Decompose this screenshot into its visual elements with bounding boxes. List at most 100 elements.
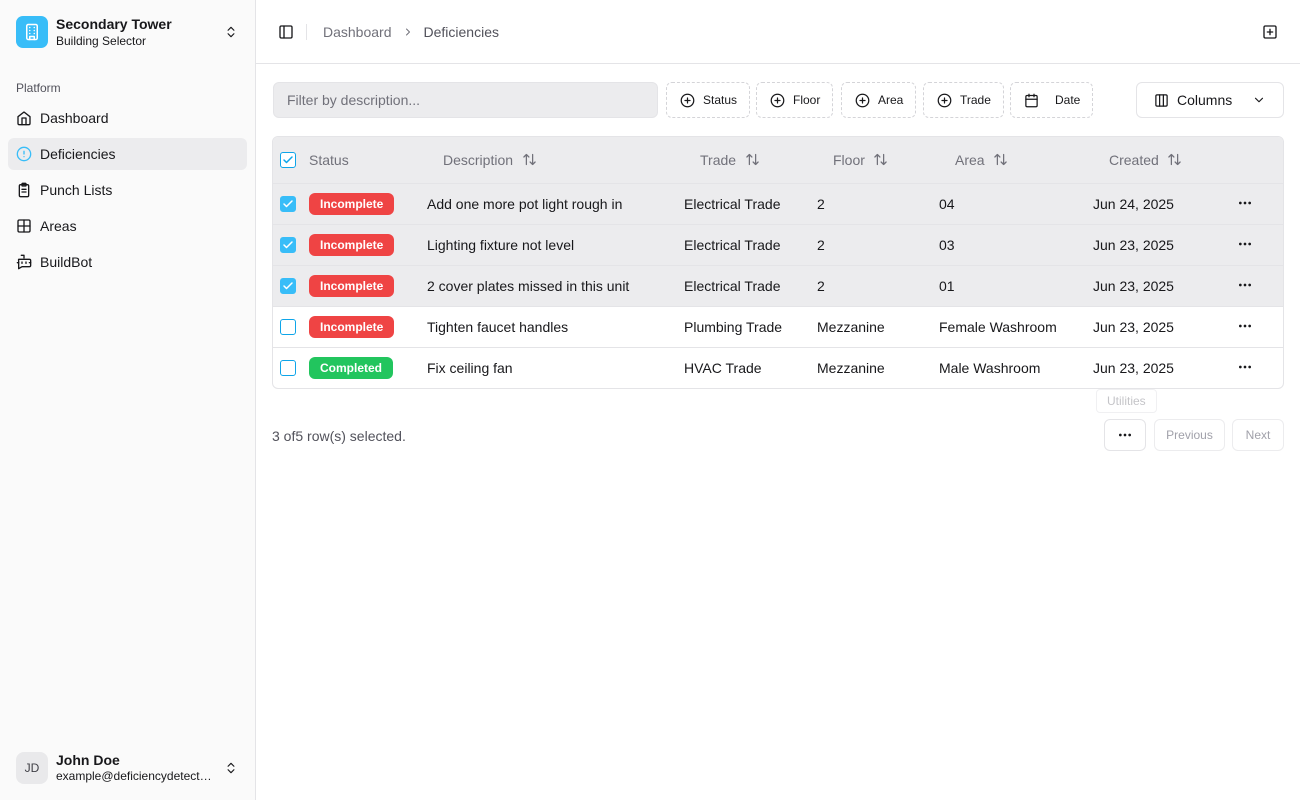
more-horizontal-icon	[1119, 433, 1131, 437]
sidebar-nav: Dashboard Deficiencies Punch Lists Areas	[0, 96, 255, 282]
row-checkbox[interactable]	[280, 196, 296, 213]
plus-circle-icon	[679, 92, 695, 108]
select-all-checkbox[interactable]	[280, 152, 296, 169]
trade-cell: Electrical Trade	[684, 236, 781, 253]
breadcrumb-current: Deficiencies	[423, 23, 499, 40]
description-cell: Tighten faucet handles	[427, 318, 569, 335]
row-actions-button[interactable]	[1235, 357, 1255, 377]
floor-cell: Mezzanine	[817, 318, 885, 335]
status-badge: Incomplete	[309, 274, 395, 297]
sidebar-item-label: Dashboard	[40, 110, 109, 126]
sidebar-toggle-button[interactable]	[272, 18, 300, 46]
breadcrumb: Dashboard Deficiencies	[323, 24, 499, 40]
floor-cell: 2	[817, 195, 825, 212]
status-badge: Incomplete	[309, 192, 395, 215]
columns-label: Columns	[1177, 92, 1233, 108]
building-icon	[16, 16, 48, 48]
table-row[interactable]: Completed Fix ceiling fan HVAC Trade Mez…	[273, 347, 1283, 388]
created-cell: Jun 23, 2025	[1093, 277, 1174, 294]
area-column-header: Area	[955, 151, 985, 168]
trade-filter-button[interactable]: Trade	[923, 82, 1004, 118]
table-row[interactable]: Incomplete Add one more pot light rough …	[273, 183, 1283, 224]
created-column-header: Created	[1109, 151, 1159, 168]
row-checkbox[interactable]	[280, 319, 296, 336]
divider	[306, 23, 307, 40]
home-icon	[16, 110, 32, 126]
row-actions-button[interactable]	[1235, 234, 1255, 254]
more-horizontal-icon	[1239, 283, 1251, 287]
check-icon	[283, 282, 293, 290]
description-cell: Lighting fixture not level	[427, 236, 575, 253]
table-row[interactable]: Incomplete 2 cover plates missed in this…	[273, 265, 1283, 306]
chevron-right-icon	[402, 26, 414, 38]
table-row[interactable]: Incomplete Tighten faucet handles Plumbi…	[273, 306, 1283, 347]
row-checkbox[interactable]	[280, 237, 296, 254]
columns-icon	[1153, 92, 1169, 108]
row-actions-button[interactable]	[1235, 275, 1255, 295]
more-horizontal-icon	[1239, 324, 1251, 328]
area-filter-label: Area	[878, 93, 904, 107]
row-checkbox[interactable]	[280, 360, 296, 377]
row-checkbox[interactable]	[280, 278, 296, 295]
plus-circle-icon	[854, 92, 870, 108]
arrow-up-down-icon	[873, 152, 889, 168]
arrow-up-down-icon	[744, 152, 760, 168]
trade-cell: HVAC Trade	[684, 359, 762, 376]
sidebar-item-punch-lists[interactable]: Punch Lists	[8, 174, 247, 206]
sidebar-item-areas[interactable]: Areas	[8, 210, 247, 242]
table-row[interactable]: Incomplete Lighting fixture not level El…	[273, 224, 1283, 265]
previous-page-button[interactable]: Previous	[1154, 419, 1225, 451]
status-badge: Incomplete	[309, 315, 395, 338]
description-sort-button[interactable]: Description	[443, 152, 684, 168]
floor-filter-button[interactable]: Floor	[756, 82, 834, 118]
floor-cell: Mezzanine	[817, 359, 885, 376]
area-cell: 04	[939, 195, 955, 212]
trade-sort-button[interactable]: Trade	[700, 152, 817, 168]
selection-count: 3 of5 row(s) selected.	[272, 428, 406, 444]
floor-sort-button[interactable]: Floor	[833, 152, 939, 168]
table-header-row: Status Description Trade Floor Area Crea…	[273, 137, 1283, 183]
description-filter-input[interactable]	[273, 82, 658, 118]
topbar: Dashboard Deficiencies	[256, 0, 1300, 64]
area-filter-button[interactable]: Area	[841, 82, 917, 118]
created-sort-button[interactable]: Created	[1109, 152, 1235, 168]
status-filter-button[interactable]: Status	[666, 82, 751, 118]
utilities-tooltip: Utilities	[1096, 389, 1157, 413]
building-name: Secondary Tower	[56, 15, 172, 32]
row-actions-button[interactable]	[1235, 193, 1255, 213]
sidebar-item-label: Deficiencies	[40, 146, 116, 162]
plus-circle-icon	[769, 92, 785, 108]
columns-button[interactable]: Columns	[1136, 82, 1284, 118]
panel-left-icon	[279, 24, 293, 39]
utilities-button[interactable]	[1104, 419, 1146, 451]
status-badge: Incomplete	[309, 233, 395, 256]
avatar: JD	[16, 752, 48, 784]
plus-circle-icon	[936, 92, 952, 108]
sidebar-item-deficiencies[interactable]: Deficiencies	[8, 138, 247, 170]
main-content: Dashboard Deficiencies Status Floor	[256, 0, 1300, 800]
breadcrumb-dashboard-link[interactable]: Dashboard	[323, 24, 392, 40]
add-deficiency-button[interactable]	[1260, 22, 1280, 42]
description-cell: Fix ceiling fan	[427, 359, 513, 376]
created-cell: Jun 23, 2025	[1093, 359, 1174, 376]
status-column-header: Status	[309, 151, 349, 168]
user-menu[interactable]: JD John Doe example@deficiencydetect....	[0, 736, 255, 800]
date-filter-button[interactable]: Date	[1010, 82, 1094, 118]
sidebar-item-label: BuildBot	[40, 254, 93, 270]
next-page-button[interactable]: Next	[1232, 419, 1284, 451]
user-email: example@deficiencydetect....	[56, 769, 212, 784]
deficiencies-table: Status Description Trade Floor Area Crea…	[272, 136, 1284, 389]
more-horizontal-icon	[1239, 365, 1251, 369]
sidebar-item-buildbot[interactable]: BuildBot	[8, 246, 247, 278]
layout-grid-icon	[16, 218, 32, 234]
building-selector[interactable]: Secondary Tower Building Selector	[0, 0, 255, 64]
sidebar-item-label: Punch Lists	[40, 182, 113, 198]
sidebar-item-dashboard[interactable]: Dashboard	[8, 102, 247, 134]
trade-filter-label: Trade	[960, 93, 991, 107]
floor-cell: 2	[817, 236, 825, 253]
area-cell: 03	[939, 236, 955, 253]
chevrons-up-down-icon	[223, 24, 239, 40]
row-actions-button[interactable]	[1235, 316, 1255, 336]
floor-filter-label: Floor	[793, 93, 821, 107]
area-sort-button[interactable]: Area	[955, 152, 1093, 168]
